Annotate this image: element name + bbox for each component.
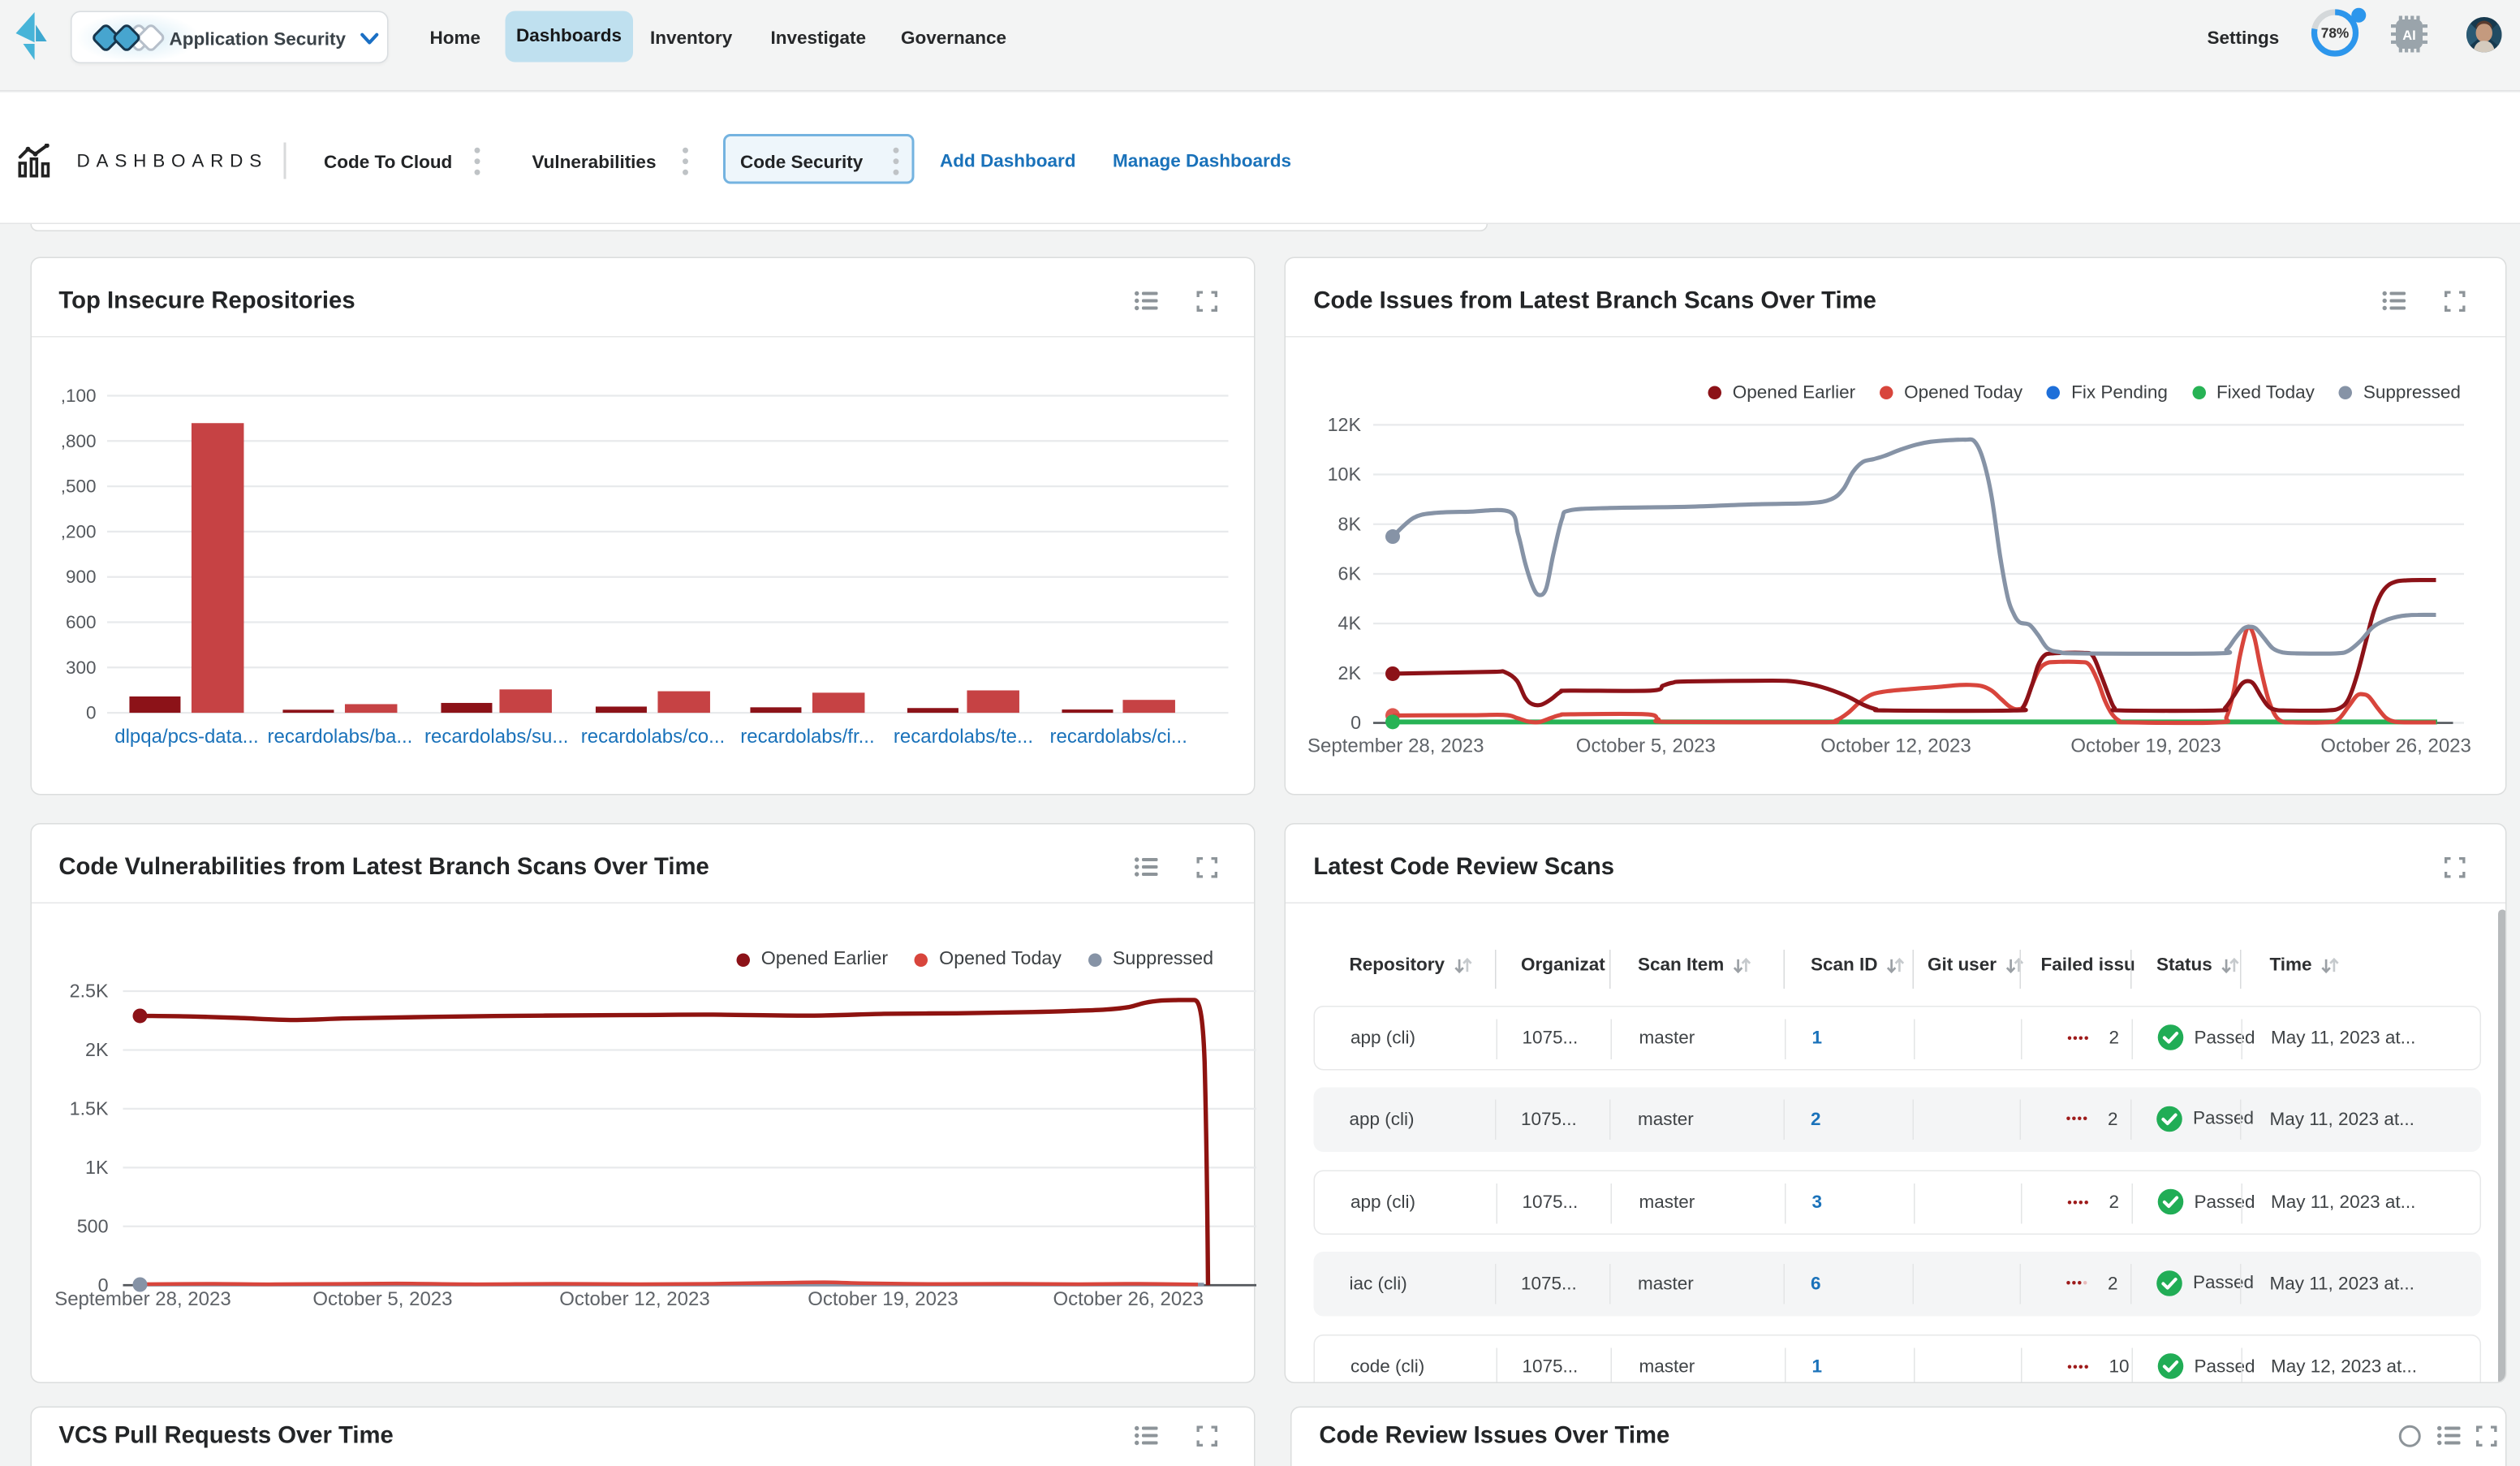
svg-text:October 12, 2023: October 12, 2023: [559, 1288, 709, 1310]
svg-text:AI: AI: [2402, 28, 2416, 43]
svg-text:recardolabs/su...: recardolabs/su...: [424, 726, 568, 748]
svg-text:2.5K: 2.5K: [69, 981, 108, 1002]
svg-text:October 5, 2023: October 5, 2023: [312, 1288, 452, 1310]
svg-text:900: 900: [65, 567, 96, 588]
svg-text:recardolabs/fr...: recardolabs/fr...: [740, 726, 874, 748]
svg-text:0: 0: [1351, 712, 1362, 733]
svg-text:October 19, 2023: October 19, 2023: [2071, 735, 2221, 757]
svg-text:10K: 10K: [1328, 464, 1362, 485]
svg-text:October 12, 2023: October 12, 2023: [1821, 735, 1971, 757]
svg-text:October 26, 2023: October 26, 2023: [1053, 1288, 1203, 1310]
svg-text:0: 0: [86, 703, 97, 723]
svg-text:September 28, 2023: September 28, 2023: [1307, 735, 1484, 757]
svg-text:recardolabs/co...: recardolabs/co...: [580, 726, 724, 748]
svg-text:October 5, 2023: October 5, 2023: [1576, 735, 1716, 757]
svg-text:2K: 2K: [1338, 662, 1362, 683]
svg-text:300: 300: [65, 658, 96, 678]
svg-text:,100: ,100: [60, 386, 96, 406]
svg-text:1K: 1K: [85, 1157, 109, 1178]
svg-text:4K: 4K: [1338, 613, 1362, 634]
svg-text:78%: 78%: [2321, 25, 2350, 41]
svg-text:2K: 2K: [85, 1039, 109, 1060]
svg-text:600: 600: [65, 612, 96, 632]
svg-text:6K: 6K: [1338, 563, 1362, 584]
svg-text:500: 500: [76, 1215, 108, 1236]
svg-text:October 26, 2023: October 26, 2023: [2321, 735, 2471, 757]
svg-text:recardolabs/ci...: recardolabs/ci...: [1049, 726, 1187, 748]
svg-text:September 28, 2023: September 28, 2023: [54, 1288, 231, 1310]
svg-text:,500: ,500: [60, 476, 96, 497]
svg-text:,800: ,800: [60, 431, 96, 451]
svg-text:October 19, 2023: October 19, 2023: [808, 1288, 958, 1310]
svg-text:8K: 8K: [1338, 514, 1362, 535]
svg-text:1.5K: 1.5K: [69, 1097, 108, 1119]
svg-text:12K: 12K: [1328, 414, 1362, 435]
svg-text:,200: ,200: [60, 522, 96, 542]
svg-text:dlpqa/pcs-data...: dlpqa/pcs-data...: [114, 726, 258, 748]
svg-text:recardolabs/ba...: recardolabs/ba...: [267, 726, 412, 748]
svg-text:recardolabs/te...: recardolabs/te...: [893, 726, 1032, 748]
